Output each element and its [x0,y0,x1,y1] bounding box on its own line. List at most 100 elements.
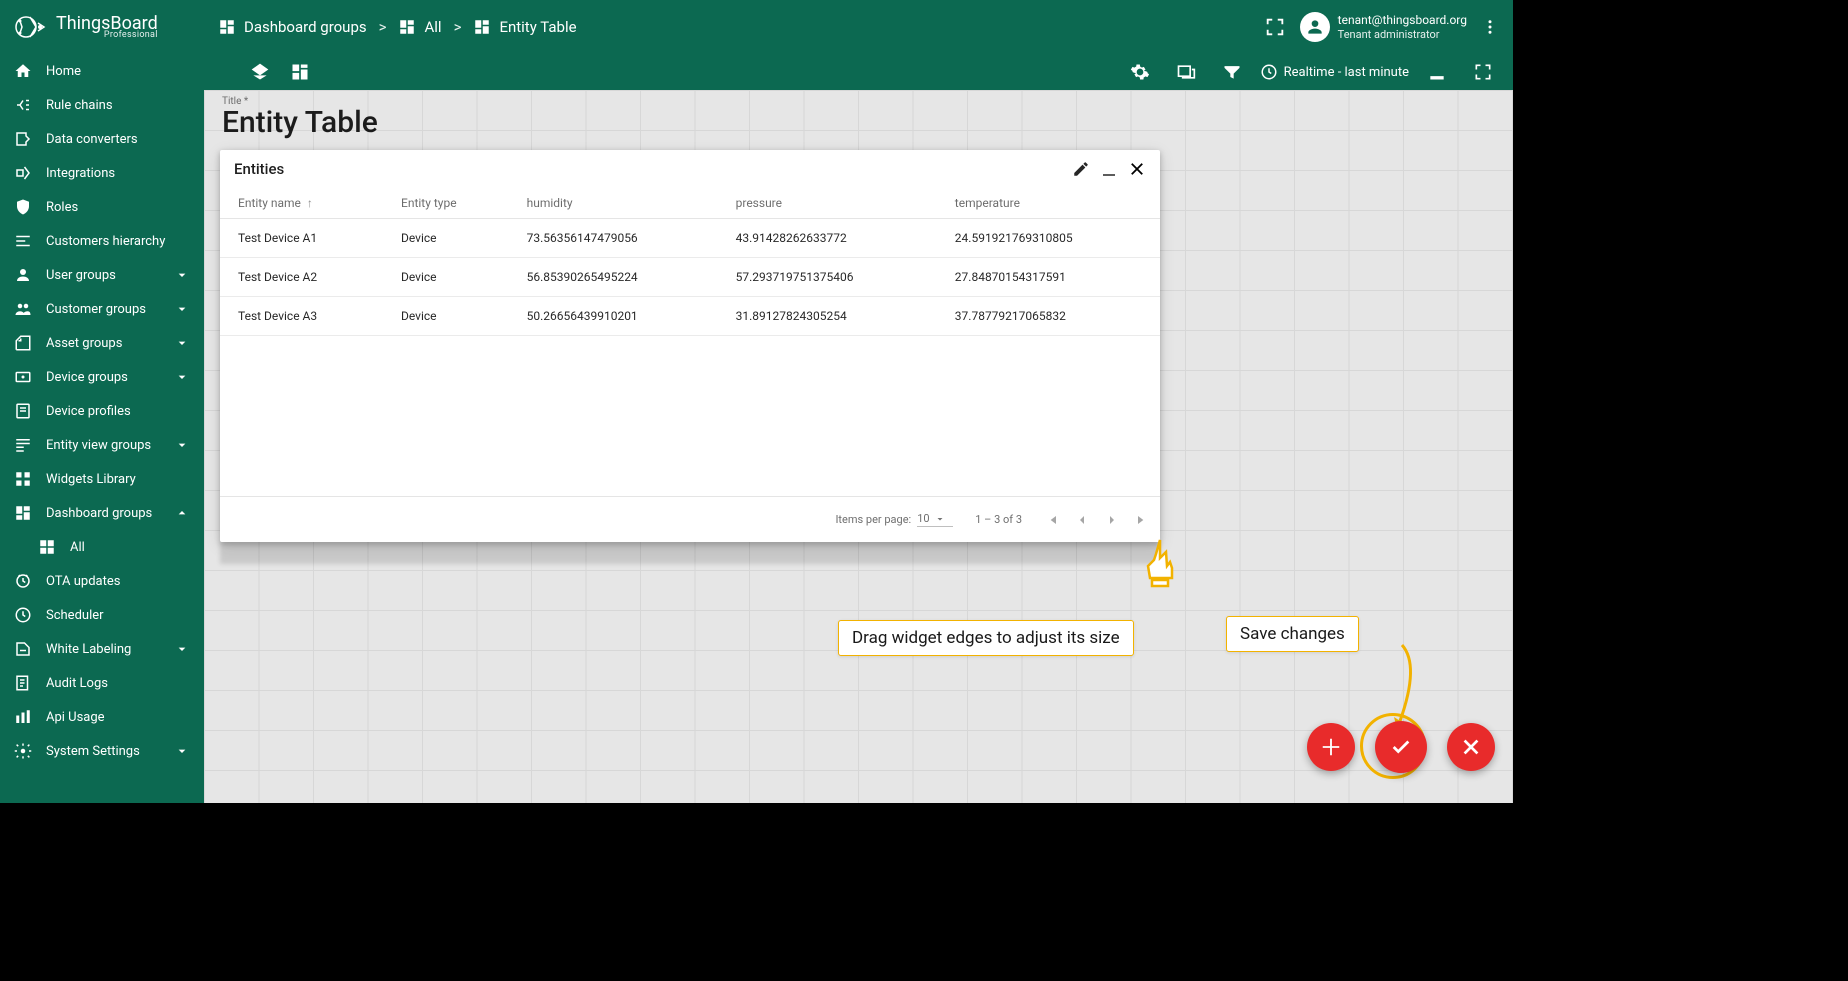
breadcrumb-item[interactable]: Dashboard groups [218,18,367,36]
table-cell: Device [387,258,513,297]
breadcrumb-label: Entity Table [499,18,576,36]
export-button[interactable] [1419,54,1455,90]
aliases-button[interactable] [1168,54,1204,90]
items-per-page-label: Items per page: [835,513,911,526]
user-email: tenant@thingsboard.org [1338,13,1467,28]
items-per-page-select[interactable]: 10 [917,512,953,527]
sidebar-item-data-converters[interactable]: Data converters [0,122,204,156]
table-row[interactable]: Test Device A3Device50.2665643991020131.… [220,297,1160,336]
column-header[interactable]: humidity [513,188,722,219]
column-header[interactable]: pressure [722,188,941,219]
sidebar-item-label: User groups [46,268,160,283]
dropdown-icon [934,513,946,525]
sidebar-item-all[interactable]: All [0,530,204,564]
user-role: Tenant administrator [1338,28,1467,42]
fullscreen-icon[interactable] [1264,16,1286,38]
sidebar-item-label: Customer groups [46,302,160,317]
sidebar-item-system-settings[interactable]: System Settings [0,734,204,768]
sidebar-item-integrations[interactable]: Integrations [0,156,204,190]
layers-button[interactable] [242,54,278,90]
integration-icon [14,164,32,182]
add-widget-button[interactable] [1307,723,1355,771]
table-cell: 57.293719751375406 [722,258,941,297]
sidebar-item-widgets-library[interactable]: Widgets Library [0,462,204,496]
widget-title: Entities [234,160,284,178]
breadcrumb-label: Dashboard groups [244,18,367,36]
home-icon [14,62,32,80]
clock-icon [1260,63,1278,81]
dashboard-title[interactable]: Entity Table [222,107,378,139]
edit-icon[interactable] [1072,160,1090,178]
drag-cursor-icon [1142,538,1178,590]
settings-icon [14,742,32,760]
sidebar-item-customers-hierarchy[interactable]: Customers hierarchy [0,224,204,258]
layouts-button[interactable] [282,54,318,90]
sidebar-item-device-groups[interactable]: Device groups [0,360,204,394]
header: Dashboard groups>All>Entity Table tenant… [204,0,1513,54]
table-cell: 56.85390265495224 [513,258,722,297]
breadcrumb-separator: > [379,18,387,36]
save-button[interactable] [1375,721,1427,773]
dashboard-icon [398,18,416,36]
sidebar-item-audit-logs[interactable]: Audit Logs [0,666,204,700]
dashboard-canvas[interactable]: Title * Entity Table Entities Entity nam… [204,90,1513,803]
next-page-icon[interactable] [1104,512,1120,528]
sidebar-item-entity-view-groups[interactable]: Entity view groups [0,428,204,462]
sidebar-item-customer-groups[interactable]: Customer groups [0,292,204,326]
last-page-icon[interactable] [1134,512,1150,528]
column-header[interactable]: Entity type [387,188,513,219]
chevron-down-icon [174,743,190,759]
breadcrumb-item[interactable]: Entity Table [473,18,576,36]
sidebar-item-ota-updates[interactable]: OTA updates [0,564,204,598]
sidebar-item-roles[interactable]: Roles [0,190,204,224]
sidebar-item-white-labeling[interactable]: White Labeling [0,632,204,666]
sidebar-item-label: Customers hierarchy [46,234,190,249]
sidebar-item-device-profiles[interactable]: Device profiles [0,394,204,428]
sidebar-item-dashboard-groups[interactable]: Dashboard groups [0,496,204,530]
table-cell: 31.89127824305254 [722,297,941,336]
more-icon[interactable] [1481,18,1499,36]
breadcrumb-label: All [424,18,441,36]
sidebar-item-scheduler[interactable]: Scheduler [0,598,204,632]
first-page-icon[interactable] [1044,512,1060,528]
table-cell: Device [387,297,513,336]
sidebar-item-label: Data converters [46,132,190,147]
sidebar-item-label: Device groups [46,370,160,385]
assets-icon [14,334,32,352]
table-pager: Items per page: 10 1 – 3 of 3 [220,496,1160,542]
sidebar-item-user-groups[interactable]: User groups [0,258,204,292]
filter-button[interactable] [1214,54,1250,90]
chevron-up-icon [174,505,190,521]
pager-range: 1 – 3 of 3 [975,513,1022,526]
user-menu[interactable]: tenant@thingsboard.org Tenant administra… [1300,12,1467,42]
close-icon[interactable] [1128,160,1146,178]
timewindow-button[interactable]: Realtime - last minute [1260,63,1409,81]
column-header[interactable]: Entity name↑ [220,188,387,219]
sidebar-item-label: Home [46,64,190,79]
table-cell: Test Device A1 [220,219,387,258]
sidebar-item-home[interactable]: Home [0,54,204,88]
table-row[interactable]: Test Device A2Device56.8539026549522457.… [220,258,1160,297]
entityview-icon [14,436,32,454]
breadcrumb-item[interactable]: All [398,18,441,36]
column-header[interactable]: temperature [941,188,1160,219]
sidebar-item-rule-chains[interactable]: Rule chains [0,88,204,122]
settings-button[interactable] [1122,54,1158,90]
table-cell: 27.84870154317591 [941,258,1160,297]
table-cell: 43.91428262633772 [722,219,941,258]
cancel-button[interactable] [1447,723,1495,771]
sidebar-item-api-usage[interactable]: Api Usage [0,700,204,734]
chevron-down-icon [174,335,190,351]
user-icon [14,266,32,284]
avatar-icon [1300,12,1330,42]
logo[interactable]: ThingsBoard Professional [0,0,204,54]
download-icon[interactable] [1100,160,1118,178]
sidebar-item-asset-groups[interactable]: Asset groups [0,326,204,360]
hierarchy-icon [14,232,32,250]
table-row[interactable]: Test Device A1Device73.5635614747905643.… [220,219,1160,258]
expand-button[interactable] [1465,54,1501,90]
widget-shadow [220,542,1160,564]
prev-page-icon[interactable] [1074,512,1090,528]
entities-widget[interactable]: Entities Entity name↑Entity typehumidity… [220,150,1160,542]
breadcrumb: Dashboard groups>All>Entity Table [218,18,577,36]
